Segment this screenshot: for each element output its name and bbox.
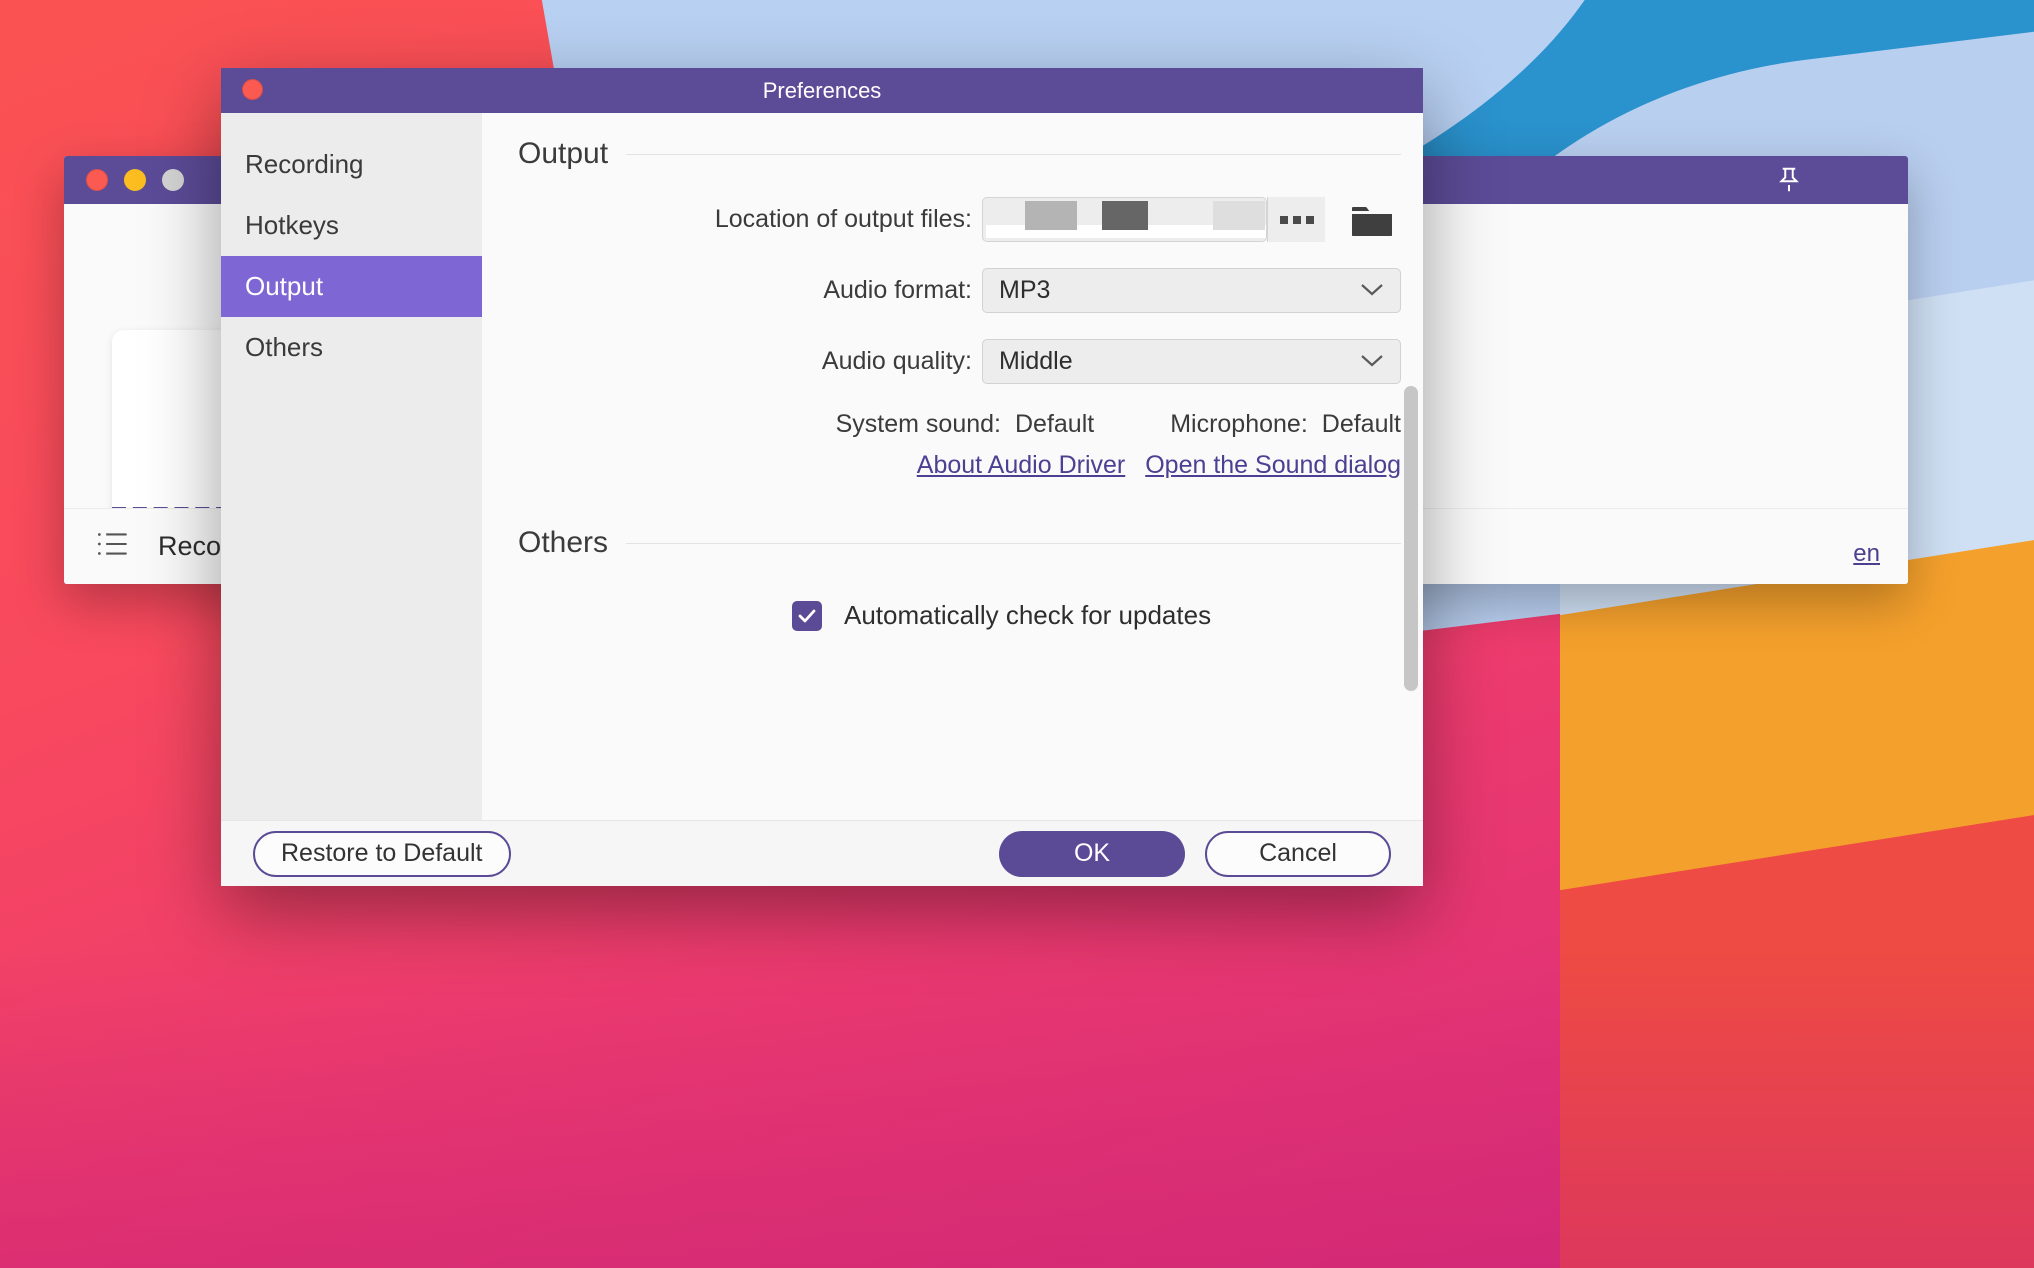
location-control-group [982,197,1401,242]
preferences-titlebar[interactable]: Preferences [221,68,1423,113]
ok-button[interactable]: OK [999,831,1185,877]
section-title: Others [518,526,608,560]
page-title: Preferences [763,78,882,104]
pin-icon[interactable] [1760,156,1818,204]
minimize-icon[interactable] [124,169,146,191]
sidebar-item-label: Others [245,332,323,363]
chevron-down-icon [1358,276,1386,305]
about-audio-driver-link[interactable]: About Audio Driver [917,451,1125,480]
sidebar-item-output[interactable]: Output [221,256,482,317]
auto-update-checkbox[interactable] [792,601,822,631]
close-icon[interactable] [86,169,108,191]
sidebar-item-label: Hotkeys [245,210,339,241]
cancel-button[interactable]: Cancel [1205,831,1391,877]
sidebar-item-hotkeys[interactable]: Hotkeys [221,195,482,256]
chevron-down-icon [1358,347,1386,376]
restore-to-default-button[interactable]: Restore to Default [253,831,511,877]
preferences-footer: Restore to Default OK Cancel [221,820,1423,886]
redaction-block [1102,201,1148,230]
audio-format-label: Audio format: [482,276,982,305]
audio-format-row: Audio format: MP3 [482,268,1423,313]
audio-quality-value: Middle [999,347,1073,376]
redaction-block [1025,201,1077,230]
screen: Recording en Preferences Recording Hotke… [0,0,2034,1268]
footer-actions: OK Cancel [999,831,1391,877]
section-title: Output [518,137,608,171]
redaction-block [1213,201,1265,230]
dot-glyph [1293,216,1301,224]
dot-glyph [1280,216,1288,224]
location-label: Location of output files: [482,205,982,234]
content-scrollbar[interactable] [1404,386,1418,691]
maximize-icon[interactable] [162,169,184,191]
microphone-label: Microphone: [1170,410,1308,439]
audio-links-row: About Audio Driver Open the Sound dialog [482,451,1423,480]
browse-path-button[interactable] [1267,197,1325,242]
dot-glyph [1306,216,1314,224]
open-sound-dialog-link[interactable]: Open the Sound dialog [1145,451,1401,480]
sidebar-item-label: Output [245,271,323,302]
system-sound-label: System sound: [836,410,1001,439]
section-header-others: Others [482,526,1423,560]
background-window-right-link[interactable]: en [1853,540,1880,568]
auto-update-row[interactable]: Automatically check for updates [482,600,1423,631]
audio-quality-row: Audio quality: Middle [482,339,1423,384]
audio-format-select[interactable]: MP3 [982,268,1401,313]
list-icon[interactable] [96,529,130,564]
close-icon[interactable] [242,79,263,100]
audio-quality-label: Audio quality: [482,347,982,376]
preferences-sidebar[interactable]: Recording Hotkeys Output Others [221,113,482,820]
location-row: Location of output files: [482,197,1423,242]
folder-icon[interactable] [1343,197,1401,242]
wallpaper-shape-bottom [0,948,2034,1268]
audio-quality-select[interactable]: Middle [982,339,1401,384]
sidebar-item-recording[interactable]: Recording [221,134,482,195]
preferences-dialog[interactable]: Preferences Recording Hotkeys Output Oth… [221,68,1423,886]
audio-format-value: MP3 [999,276,1050,305]
auto-update-label: Automatically check for updates [844,600,1211,631]
system-sound-value: Default [1015,410,1094,439]
sidebar-item-label: Recording [245,149,364,180]
audio-devices-row: System sound: Default Microphone: Defaul… [482,410,1423,439]
sidebar-item-others[interactable]: Others [221,317,482,378]
preferences-content: Output Location of output files: [482,113,1423,820]
microphone-value: Default [1322,410,1401,439]
section-header-output: Output [482,137,1423,171]
section-divider [626,154,1401,155]
preferences-main: Recording Hotkeys Output Others Output [221,113,1423,820]
location-path-input[interactable] [982,197,1267,242]
section-divider [626,543,1401,544]
